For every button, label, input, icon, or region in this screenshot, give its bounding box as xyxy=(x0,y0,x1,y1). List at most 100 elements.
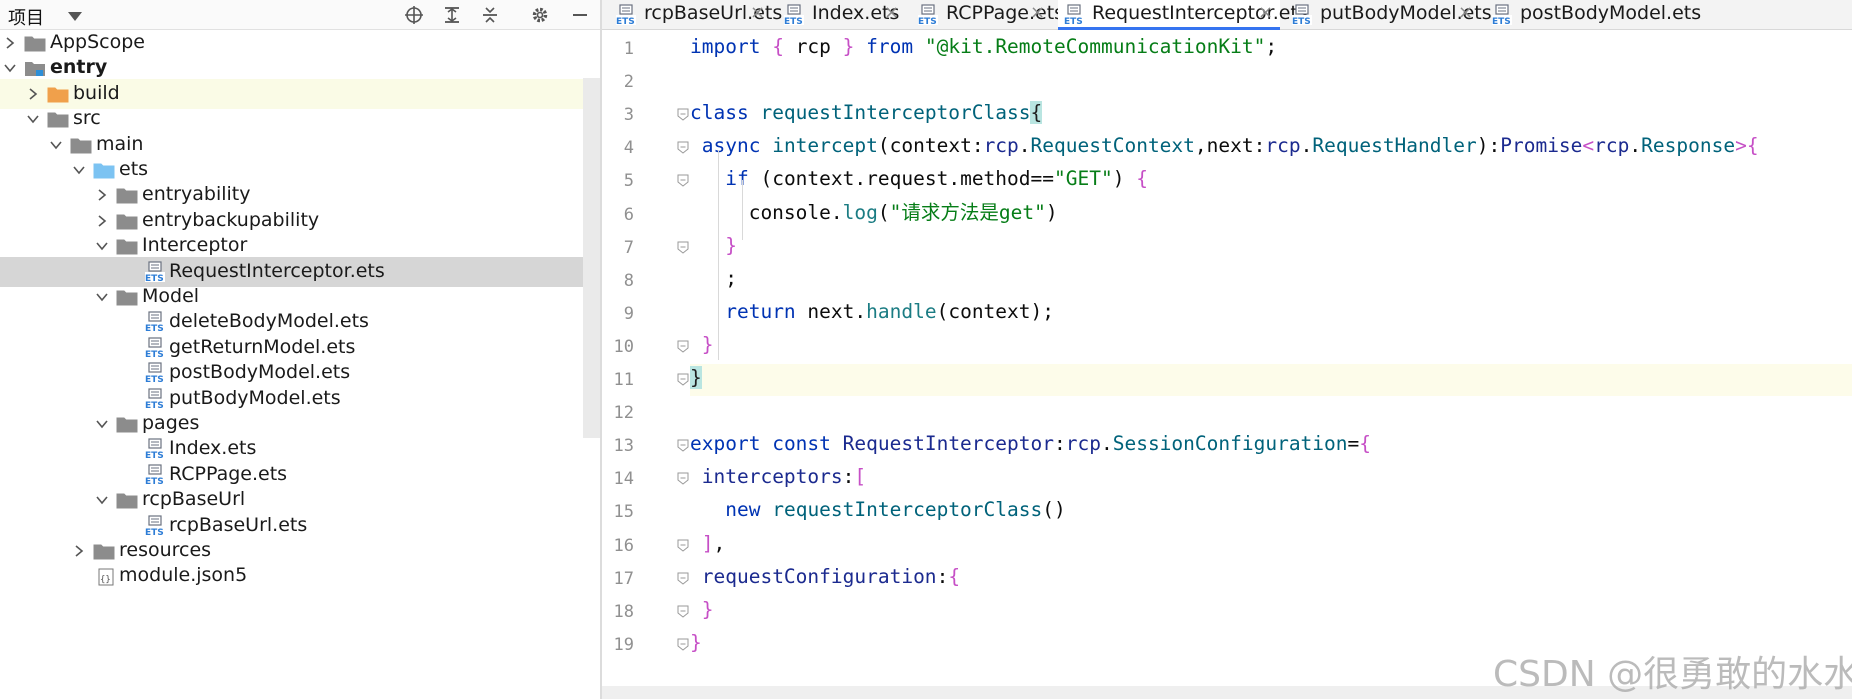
svg-text:ETS: ETS xyxy=(1292,17,1311,26)
editor-tab[interactable]: ETS rcpBaseUrl.ets × xyxy=(610,0,782,30)
fold-marker-icon[interactable] xyxy=(676,139,690,154)
close-icon[interactable]: × xyxy=(1458,2,1473,23)
code-token: { xyxy=(1030,101,1043,125)
chevron-down-icon[interactable] xyxy=(96,418,108,430)
code-token: { xyxy=(1359,432,1372,456)
code-token: { xyxy=(1746,134,1759,158)
code-line[interactable]: } xyxy=(690,626,702,659)
code-token: rcp xyxy=(1065,432,1101,456)
code-line[interactable]: class requestInterceptorClass{ xyxy=(690,96,1043,129)
editor-tab[interactable]: ETS RCPPage.ets × xyxy=(912,0,1064,30)
line-number: 1 xyxy=(623,39,634,59)
svg-text:ETS: ETS xyxy=(918,17,937,26)
fold-marker-icon[interactable] xyxy=(676,371,690,386)
tree-item-label: rcpBaseUrl xyxy=(142,488,246,511)
project-panel-title[interactable]: 项目 xyxy=(8,4,44,30)
tree-item-label: RCPPage.ets xyxy=(169,462,288,485)
code-token: } xyxy=(701,332,714,356)
code-token: , xyxy=(1194,134,1207,158)
fold-marker-icon[interactable] xyxy=(676,570,690,585)
code-token: ( xyxy=(877,200,890,224)
code-token: rcp xyxy=(1265,134,1301,158)
code-line[interactable]: ], xyxy=(690,527,726,560)
folder-icon xyxy=(24,34,46,52)
close-icon[interactable]: × xyxy=(884,2,899,23)
svg-text:ETS: ETS xyxy=(784,17,803,26)
tree-item-label: ets xyxy=(119,158,149,180)
code-editor[interactable]: import { rcp } from "@kit.RemoteCommunic… xyxy=(690,30,1852,686)
settings-icon[interactable] xyxy=(528,3,552,27)
code-line[interactable]: requestConfiguration:{ xyxy=(690,560,960,593)
code-line[interactable]: import { rcp } from "@kit.RemoteCommunic… xyxy=(690,30,1277,63)
code-line[interactable]: } xyxy=(690,328,714,361)
fold-marker-icon[interactable] xyxy=(676,106,690,121)
fold-marker-icon[interactable] xyxy=(676,636,690,651)
editor-tab[interactable]: ETS Index.ets × xyxy=(778,0,906,30)
collapse-all-icon[interactable] xyxy=(478,3,502,27)
chevron-down-icon[interactable] xyxy=(50,139,62,151)
code-token: next xyxy=(795,299,855,323)
line-number: 13 xyxy=(613,436,634,457)
fold-marker-icon[interactable] xyxy=(676,537,690,552)
code-line[interactable]: } xyxy=(690,593,714,626)
code-line[interactable]: interceptors:[ xyxy=(690,460,866,493)
code-line[interactable]: } xyxy=(690,229,737,262)
chevron-down-icon[interactable] xyxy=(4,62,16,74)
chevron-down-icon[interactable] xyxy=(96,291,108,303)
editor-tab[interactable]: ETS putBodyModel.ets × xyxy=(1286,0,1492,30)
code-line[interactable]: if (context.request.method=="GET") { xyxy=(690,162,1148,195)
locate-icon[interactable] xyxy=(402,3,426,27)
editor-tab[interactable]: ETS RequestInterceptor.ets × xyxy=(1058,0,1308,30)
fold-marker-icon[interactable] xyxy=(676,239,690,254)
code-token: ( xyxy=(748,167,773,191)
chevron-down-icon[interactable] xyxy=(96,240,108,252)
code-line[interactable]: async intercept(context:rcp.RequestConte… xyxy=(690,129,1759,162)
chevron-down-icon[interactable] xyxy=(68,12,82,21)
tree-item-label: postBodyModel.ets xyxy=(169,361,351,384)
folder-icon xyxy=(47,85,69,103)
code-token: } xyxy=(690,366,702,389)
chevron-down-icon[interactable] xyxy=(73,164,85,176)
expand-all-icon[interactable] xyxy=(440,3,464,27)
tree-item[interactable]: {} module.json5 xyxy=(0,561,600,591)
tree-scrollbar[interactable] xyxy=(583,78,600,438)
code-line[interactable]: new requestInterceptorClass() xyxy=(690,493,1066,526)
code-token: (context); xyxy=(936,299,1054,323)
chevron-down-icon[interactable] xyxy=(96,494,108,506)
close-icon[interactable]: × xyxy=(750,2,765,23)
fold-marker-icon[interactable] xyxy=(676,470,690,485)
folder-icon xyxy=(70,136,92,154)
project-panel: 项目 AppScope entry build src main ets entryabil… xyxy=(0,0,600,699)
code-line[interactable]: console.log("请求方法是get") xyxy=(690,196,1058,229)
chevron-right-icon[interactable] xyxy=(73,545,85,557)
code-line[interactable]: export const RequestInterceptor:rcp.Sess… xyxy=(690,427,1371,460)
chevron-down-icon[interactable] xyxy=(27,113,39,125)
line-number-gutter: 1 2 3 4 5 6 7 8 9 10 11 12 13 14 15 16 17 18 19 xyxy=(602,30,690,686)
minimize-icon[interactable] xyxy=(568,3,592,27)
code-line[interactable]: return next.handle(context); xyxy=(690,295,1054,328)
fold-marker-icon[interactable] xyxy=(676,603,690,618)
fold-marker-icon[interactable] xyxy=(676,437,690,452)
code-token: from xyxy=(866,35,914,58)
line-number: 12 xyxy=(613,403,634,424)
code-line[interactable]: ; xyxy=(690,262,737,295)
tree-item-label: pages xyxy=(142,412,200,434)
code-token: RequestHandler xyxy=(1312,134,1477,158)
close-icon[interactable]: × xyxy=(1030,2,1045,23)
code-line[interactable]: } xyxy=(690,361,702,394)
fold-marker-icon[interactable] xyxy=(676,338,690,353)
chevron-right-icon[interactable] xyxy=(4,37,16,49)
close-icon[interactable]: × xyxy=(1258,2,1273,23)
chevron-right-icon[interactable] xyxy=(27,88,39,100)
fold-marker-icon[interactable] xyxy=(676,172,690,188)
chevron-right-icon[interactable] xyxy=(96,215,108,227)
tree-item-label: src xyxy=(73,107,101,130)
editor-tab[interactable]: ETS postBodyModel.ets xyxy=(1486,0,1701,30)
line-number: 5 xyxy=(623,171,634,192)
chevron-right-icon[interactable] xyxy=(96,189,108,202)
tree-item-label: RequestInterceptor.ets xyxy=(169,259,385,282)
tree-item-label: build xyxy=(73,81,120,104)
line-number: 9 xyxy=(623,303,634,324)
